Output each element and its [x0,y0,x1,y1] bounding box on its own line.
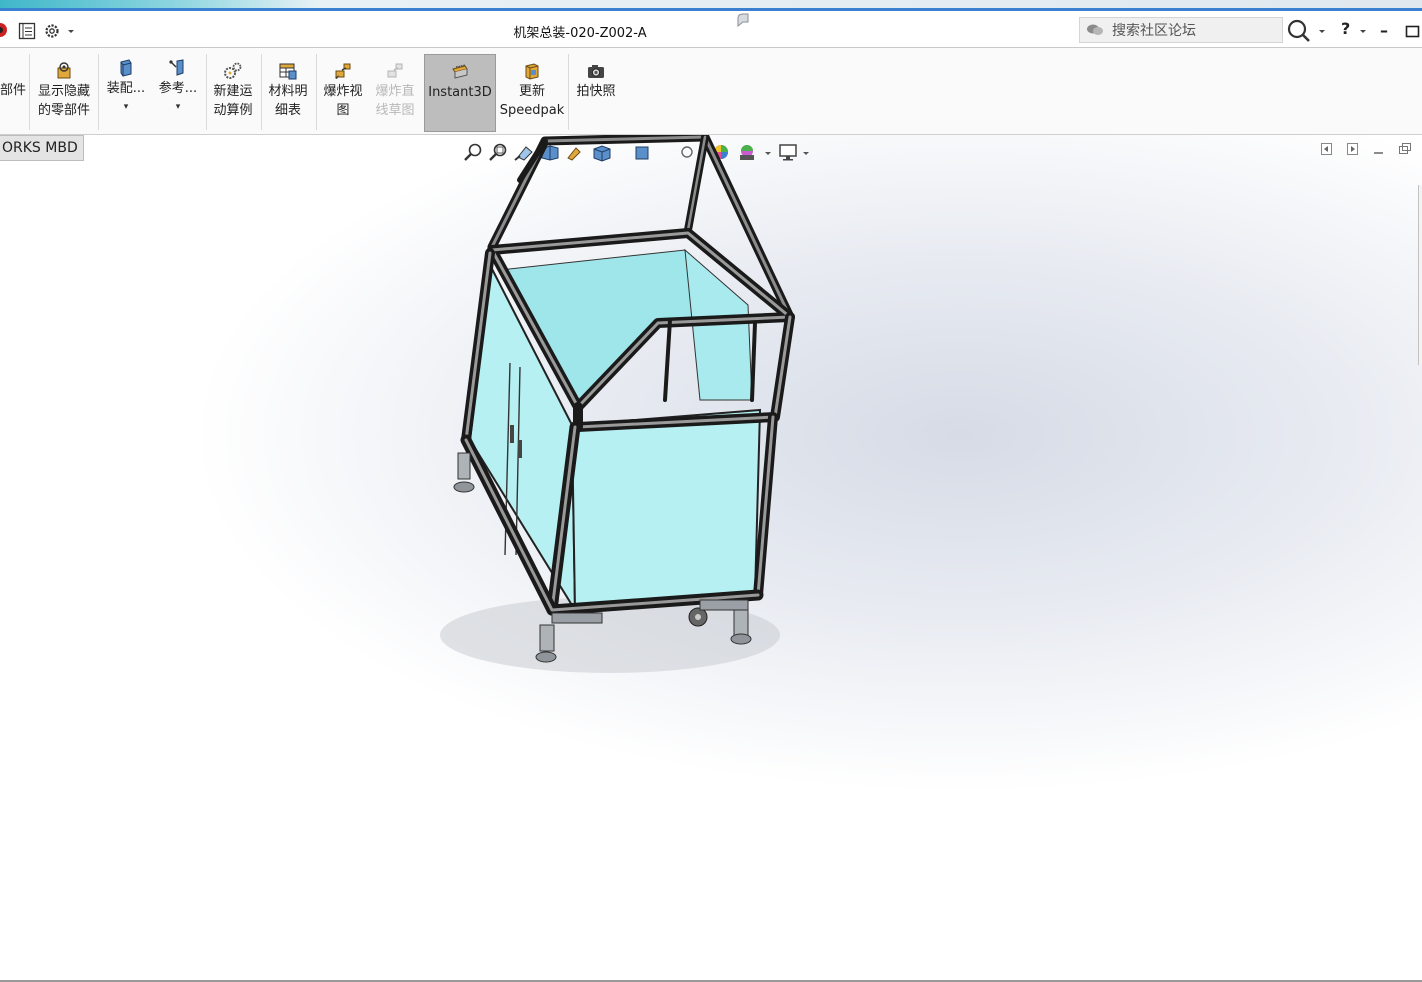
bill-of-materials-button[interactable]: 材料明 细表 [264,54,312,130]
help-dropdown-icon[interactable] [1358,29,1368,35]
new-motion-study-label: 新建运 动算例 [213,84,253,118]
assembly-features-icon [120,59,132,77]
explode-line-sketch-button[interactable]: 爆炸直 线草图 [370,54,420,130]
instant3d-icon [452,64,468,79]
search-input[interactable] [1110,21,1282,41]
take-snapshot-button[interactable]: 拍快照 [572,54,620,130]
ribbon-separator [98,54,99,130]
explode-line-sketch-label: 爆炸直 线草图 [375,84,415,118]
command-manager-ribbon: 部件 显示隐藏 的零部件 装配... ▾ 参考... ▾ 新建运 动算例 材料明… [0,48,1422,135]
update-speedpak-icon [525,63,539,80]
instant3d-label: Instant3D [428,85,492,100]
update-speedpak-label: 更新 Speedpak [499,84,565,118]
graphics-area[interactable] [0,135,1422,980]
window-title: 机架总装-020-Z002-A [513,26,647,41]
door-handle [518,440,522,458]
exploded-view-button[interactable]: 爆炸视 图 [318,54,368,130]
reference-geometry-icon [169,59,184,76]
help-button[interactable]: ? [1341,19,1350,38]
tab-solidworks-mbd[interactable]: ORKS MBD [0,135,84,161]
camera-icon [588,65,604,78]
ribbon-separator [206,54,207,130]
front-glass-panel [570,408,762,612]
show-hidden-components-button[interactable]: 显示隐藏 的零部件 [33,54,95,130]
ribbon-separator [29,54,30,130]
search-box[interactable] [1079,17,1283,43]
show-hidden-components-icon [57,62,71,79]
bill-of-materials-icon [279,63,297,80]
assembly-dropdown-icon[interactable]: ▾ [102,102,150,112]
ribbon-separator [568,54,569,130]
assembly-features-button[interactable]: 装配... ▾ [102,54,150,130]
pin-icon[interactable] [735,12,753,28]
reference-geometry-label: 参考... [158,81,198,96]
chat-bubble-icon [1087,24,1103,35]
window-top-strip [0,0,1422,8]
frame-assembly-model[interactable] [0,135,1422,980]
maximize-icon[interactable] [1405,24,1421,38]
reference-geometry-button[interactable]: 参考... ▾ [154,54,202,130]
new-motion-study-icon [224,62,242,79]
door-handle [510,425,514,443]
ribbon-separator [261,54,262,130]
title-bar: 机架总装-020-Z002-A ? – [0,11,1422,48]
show-hidden-components-label: 显示隐藏 的零部件 [37,84,90,118]
exploded-view-label: 爆炸视 图 [323,84,363,118]
minimize-button[interactable]: – [1380,21,1388,40]
instant3d-button[interactable]: Instant3D [424,54,496,132]
take-snapshot-label: 拍快照 [576,84,616,99]
parts-label: 部件 [0,83,27,98]
exploded-view-icon [335,63,351,79]
new-motion-study-button[interactable]: 新建运 动算例 [208,54,258,130]
assembly-features-label: 装配... [106,81,146,96]
reference-dropdown-icon[interactable]: ▾ [154,102,202,112]
parts-button[interactable]: 部件 [0,54,26,130]
ribbon-separator [316,54,317,130]
search-icon[interactable] [1287,19,1329,43]
explode-line-sketch-icon [387,63,403,78]
bill-of-materials-label: 材料明 细表 [268,84,308,118]
update-speedpak-button[interactable]: 更新 Speedpak [499,54,565,130]
